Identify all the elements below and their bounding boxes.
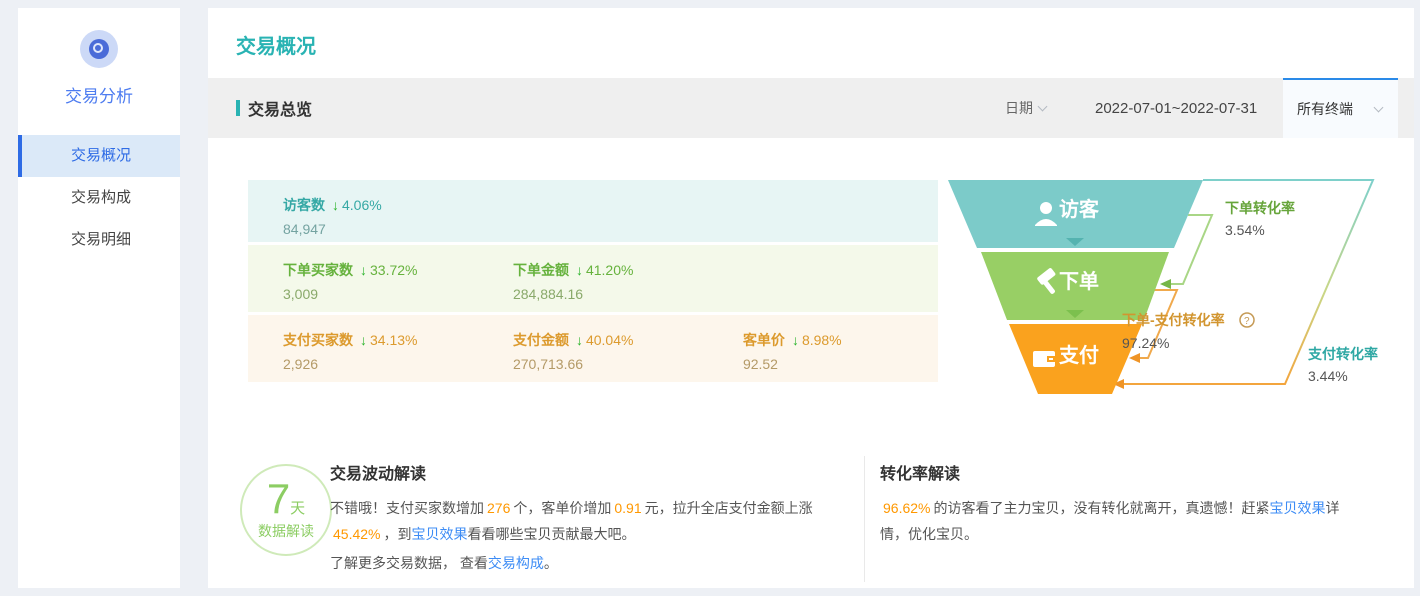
metric-row-visitors: 访客数 ↓ 4.06% 84,947 bbox=[248, 180, 938, 242]
metric-cell: 下单买家数 ↓ 33.72% 3,009 bbox=[248, 245, 478, 312]
rate-label: 下单转化率 bbox=[1225, 200, 1295, 216]
insight-badge-7days: 7天 数据解读 bbox=[240, 464, 332, 556]
sidebar-item-trade-detail[interactable]: 交易明细 bbox=[18, 219, 180, 261]
metric-row-orders: 下单买家数 ↓ 33.72% 3,009 下单金额 ↓ 41.20% 284,884.1… bbox=[248, 245, 938, 312]
terminal-select[interactable]: 所有终端 bbox=[1283, 78, 1398, 138]
insight-text: 不错哦！支付买家数增加 276 个，客单价增加 0.91 元，拉升全店支付金额上涨45.… bbox=[330, 500, 813, 542]
conversion-insight: 转化率解读 96.62% 的访客看了主力宝贝，没有转化就离开，真遗憾！赶紧宝贝效果… bbox=[880, 460, 1350, 547]
metric-value: 2,926 bbox=[283, 356, 319, 372]
funnel-stage-label: 支付 bbox=[1059, 343, 1099, 367]
funnel-stage-label: 下单 bbox=[1059, 269, 1099, 293]
sidebar-menu: 交易概况 交易构成 交易明细 bbox=[18, 135, 180, 261]
highlight-number: 276 bbox=[487, 500, 511, 516]
sidebar-item-trade-overview[interactable]: 交易概况 bbox=[18, 135, 180, 177]
metric-value: 84,947 bbox=[283, 221, 326, 237]
metric-cell: 客单价 ↓ 8.98% 92.52 bbox=[708, 315, 938, 382]
down-arrow-icon: ↓ bbox=[575, 262, 583, 278]
metric-cell: 下单金额 ↓ 41.20% 284,884.16 bbox=[478, 245, 708, 312]
chevron-down-icon bbox=[1037, 101, 1048, 111]
page-title: 交易概况 bbox=[236, 36, 316, 58]
section-title-marker bbox=[236, 100, 240, 116]
trade-fluctuation-insight: 交易波动解读 不错哦！支付买家数增加 276 个，客单价增加 0.91 元，拉升全店支付… bbox=[330, 460, 854, 576]
app-logo bbox=[18, 30, 180, 68]
metric-value: 92.52 bbox=[742, 356, 778, 372]
inline-link[interactable]: 宝贝效果 bbox=[411, 526, 467, 542]
highlight-number: 96.62% bbox=[883, 500, 931, 516]
highlight-number: 45.42% bbox=[333, 526, 381, 542]
down-arrow-icon: ↓ bbox=[791, 332, 799, 348]
insight-title: 转化率解读 bbox=[880, 466, 961, 483]
arrow-left-icon bbox=[1160, 279, 1171, 289]
insight-text: 96.62% 的访客看了主力宝贝，没有转化就离开，真遗憾！赶紧宝贝效果详情，优化宝… bbox=[880, 500, 1340, 542]
metric-value: 284,884.16 bbox=[512, 286, 584, 302]
help-glyph[interactable]: ? bbox=[1244, 316, 1250, 327]
inline-link[interactable]: 交易构成 bbox=[488, 555, 544, 571]
down-arrow-icon: ↓ bbox=[360, 332, 367, 348]
rate-value: 97.24% bbox=[1122, 335, 1169, 351]
rate-value: 3.54% bbox=[1225, 222, 1265, 238]
rate-value: 3.44% bbox=[1308, 368, 1348, 384]
sidebar-item-trade-composition[interactable]: 交易构成 bbox=[18, 177, 180, 219]
sidebar: 交易分析 交易概况 交易构成 交易明细 bbox=[18, 8, 180, 588]
metric-value: 3,009 bbox=[283, 286, 319, 302]
metric-row-payments: 支付买家数 ↓ 34.13% 2,926 支付金额 ↓ 40.04% 270,713.6… bbox=[248, 315, 938, 382]
arrow-left-icon bbox=[1129, 353, 1140, 363]
down-arrow-icon: ↓ bbox=[360, 262, 367, 278]
toolbar: 交易总览 日期 2022-07-01~2022-07-31 所有终端 bbox=[208, 78, 1414, 138]
date-range-value[interactable]: 2022-07-01~2022-07-31 bbox=[1095, 78, 1257, 138]
rate-label: 下单-支付转化率 bbox=[1122, 312, 1225, 328]
logo-icon bbox=[80, 30, 118, 68]
highlight-number: 0.91 bbox=[614, 500, 642, 516]
vertical-divider bbox=[864, 456, 865, 582]
chevron-down-icon bbox=[1373, 102, 1384, 112]
sidebar-title: 交易分析 bbox=[65, 87, 133, 106]
funnel-stage-label: 访客 bbox=[1059, 197, 1100, 221]
down-arrow-icon: ↓ bbox=[575, 332, 583, 348]
insight-text: 了解更多交易数据， 查看交易构成。 bbox=[330, 555, 558, 571]
down-arrow-icon: ↓ bbox=[332, 197, 339, 213]
date-filter-dropdown[interactable]: 日期 bbox=[1005, 78, 1048, 138]
wallet-icon bbox=[1033, 351, 1055, 367]
metric-cell: 支付金额 ↓ 40.04% 270,713.66 bbox=[478, 315, 708, 382]
metric-cell: 支付买家数 ↓ 34.13% 2,926 bbox=[248, 315, 478, 382]
metric-cell: 访客数 ↓ 4.06% 84,947 bbox=[248, 180, 478, 242]
main-panel: 交易概况 交易总览 日期 2022-07-01~2022-07-31 所有终端 … bbox=[208, 8, 1414, 588]
rate-label: 支付转化率 bbox=[1307, 346, 1378, 362]
conversion-funnel-chart: 访客 下单 支付 下单转化率 3.54% 下单-支付转化率 ? 97.24% 支… bbox=[948, 179, 1378, 394]
inline-link[interactable]: 宝贝效果 bbox=[1269, 500, 1325, 516]
metric-value: 270,713.66 bbox=[512, 356, 584, 372]
insight-title: 交易波动解读 bbox=[330, 466, 427, 483]
section-title: 交易总览 bbox=[236, 78, 312, 138]
